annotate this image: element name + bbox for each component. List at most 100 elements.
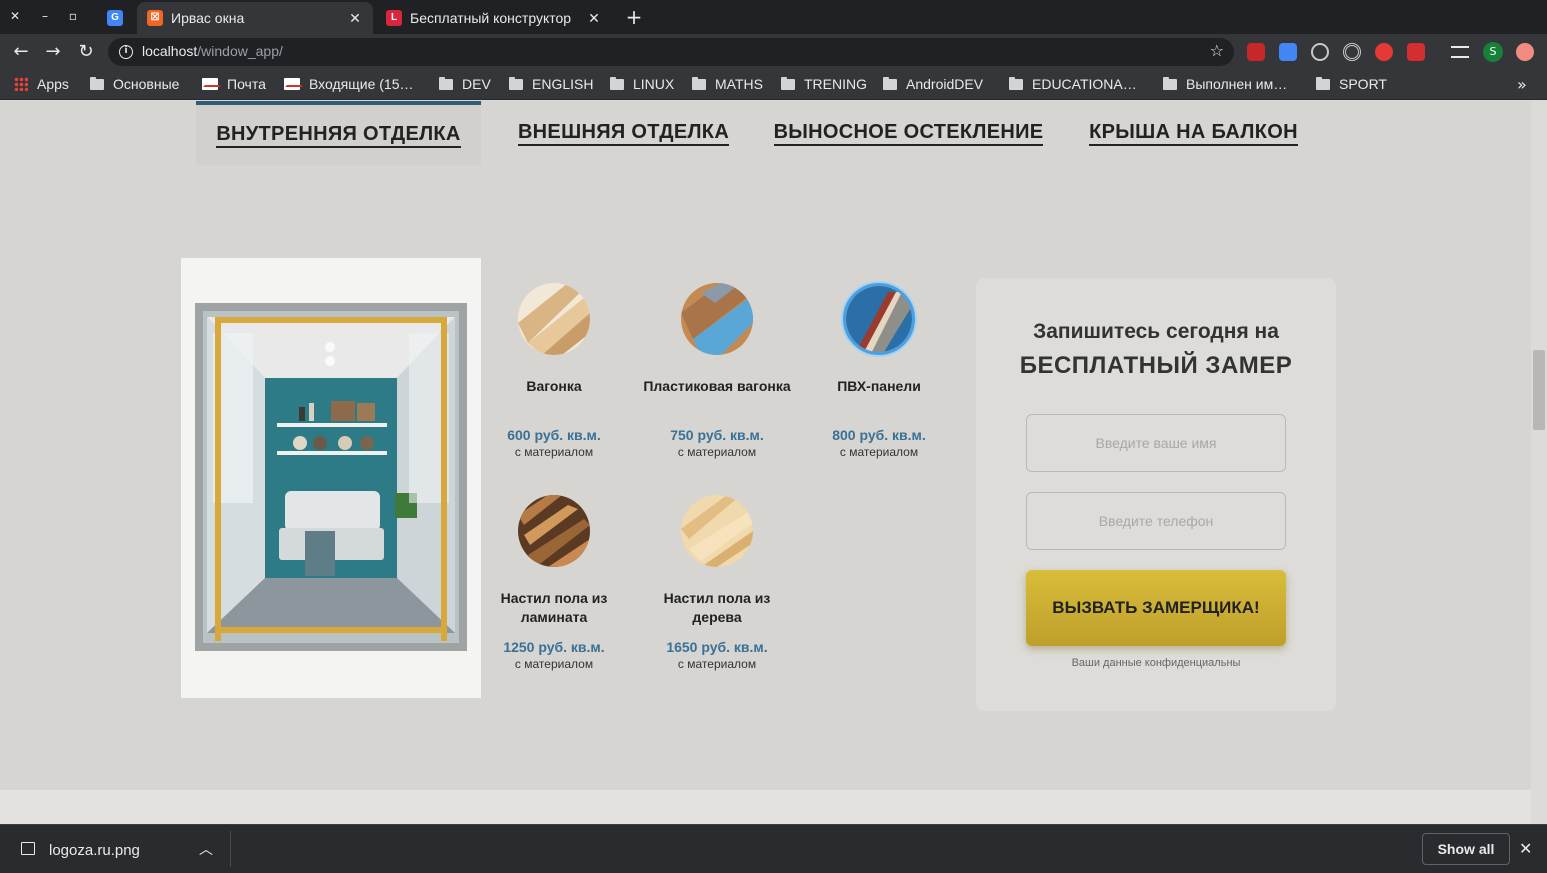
new-tab-icon[interactable]: + [622,5,646,29]
address-bar[interactable]: i localhost/window_app/ ☆ [108,38,1234,66]
back-icon[interactable]: ← [10,41,32,63]
show-all-button[interactable]: Show all [1422,833,1510,865]
category-tab-exterior[interactable]: ВНЕШНЯЯ ОТДЕЛКА [481,101,766,165]
folder-icon [692,76,706,90]
bookmark-apps[interactable]: Apps [14,76,69,92]
product-unit: с материалом [514,657,594,671]
site-info-icon[interactable]: i [119,45,133,59]
tab-close-icon[interactable]: ✕ [586,10,602,27]
bookmark-star-icon[interactable]: ☆ [1210,41,1224,60]
category-tab-glazing[interactable]: ВЫНОСНОЕ ОСТЕКЛЕНИЕ [766,101,1051,165]
bookmark-folder[interactable]: SPORT [1316,76,1387,92]
extension-spy-icon[interactable] [1247,43,1265,61]
product-thumbnail [681,495,753,567]
tab-translate[interactable]: G [100,2,130,34]
category-tab-label: ВНУТРЕННЯЯ ОТДЕЛКА [216,122,461,148]
media-queue-icon[interactable] [1451,46,1469,58]
bookmark-folder[interactable]: TRENING [781,76,867,92]
category-tabs: ВНУТРЕННЯЯ ОТДЕЛКА ВНЕШНЯЯ ОТДЕЛКА ВЫНОС… [196,101,1336,165]
extension-target-icon[interactable] [1343,43,1361,61]
reload-icon[interactable]: ↻ [75,41,97,63]
phone-input[interactable] [1026,492,1286,550]
form-headline: БЕСПЛАТНЫЙ ЗАМЕР [1019,352,1293,379]
bookmark-folder[interactable]: Основные [90,76,179,92]
bookmark-folder[interactable]: DEV [439,76,491,92]
category-tab-interior[interactable]: ВНУТРЕННЯЯ ОТДЕЛКА [196,101,481,165]
bookmark-inbox[interactable]: Входящие (15… [284,76,414,92]
product-thumbnail [681,283,753,355]
product-card[interactable]: Настил пола из ламината 1250 руб. кв.м. … [479,495,629,671]
profile-avatar[interactable]: S [1483,42,1503,62]
page-viewport: ВНУТРЕННЯЯ ОТДЕЛКА ВНЕШНЯЯ ОТДЕЛКА ВЫНОС… [0,101,1531,824]
bookmark-folder[interactable]: AndroidDEV [883,76,983,92]
balcony-photo-card [181,258,481,698]
url-text[interactable]: localhost/window_app/ [142,43,283,59]
product-card[interactable]: Вагонка 600 руб. кв.м. с материалом [479,283,629,459]
product-price: 800 руб. кв.м. [832,427,926,443]
browser-tabbar: ✕ – ▫ G ☒ Ирвас окна ✕ L Бесплатный конс… [0,0,1547,34]
category-tab-label: КРЫША НА БАЛКОН [1089,120,1298,146]
folder-icon [1316,76,1330,90]
folder-icon [883,76,897,90]
product-unit: с материалом [839,445,919,459]
balcony-interior-image [195,303,467,651]
bookmarks-bar: Apps Основные Почта Входящие (15… DEV EN… [0,70,1547,100]
page-scrollbar[interactable] [1531,101,1547,824]
close-icon[interactable]: ✕ [1519,839,1532,858]
window-close-icon[interactable]: ✕ [6,7,24,25]
extension-pink-icon[interactable] [1516,43,1534,61]
forward-icon[interactable]: → [42,41,64,63]
folder-icon [610,76,624,90]
file-icon [21,842,35,855]
bookmark-folder[interactable]: EDUCATIONA… [1009,76,1137,92]
product-price: 750 руб. кв.м. [670,427,764,443]
gmail-icon [202,78,221,90]
extension-media-icon[interactable] [1407,43,1425,61]
divider [230,831,231,867]
bookmark-folder[interactable]: Выполнен им… [1163,76,1287,92]
product-unit: с материалом [514,445,594,459]
product-thumbnail [518,283,590,355]
tab-irvas[interactable]: ☒ Ирвас окна ✕ [137,2,373,34]
tab-title: Бесплатный конструктор [410,10,572,26]
product-card[interactable]: ПВХ-панели 800 руб. кв.м. с материалом [804,283,954,459]
privacy-note: Ваши данные конфиденциальны [1071,657,1241,669]
product-price: 600 руб. кв.м. [507,427,601,443]
browser-toolbar: ← → ↻ i localhost/window_app/ ☆ S [0,34,1547,70]
product-name: Пластиковая вагонка [643,378,791,394]
extension-translate-icon[interactable] [1279,43,1297,61]
more-bookmarks-icon[interactable]: » [1517,75,1527,94]
folder-icon [1009,76,1023,90]
chevron-up-icon[interactable]: ︿ [199,839,213,859]
tab-constructor[interactable]: L Бесплатный конструктор ✕ [376,2,612,34]
category-tab-label: ВНЕШНЯЯ ОТДЕЛКА [517,120,730,146]
category-tab-roof[interactable]: КРЫША НА БАЛКОН [1051,101,1336,165]
product-name: ПВХ-панели [837,378,921,394]
folder-icon [781,76,795,90]
xampp-icon: ☒ [147,10,163,26]
name-input[interactable] [1026,414,1286,472]
window-minimize-icon[interactable]: – [36,7,54,25]
product-thumbnail [518,495,590,567]
measurement-form: Запишитесь сегодня на БЕСПЛАТНЫЙ ЗАМЕР В… [976,278,1336,711]
product-card[interactable]: Настил пола из дерева 1650 руб. кв.м. с … [642,495,792,671]
download-filename[interactable]: logoza.ru.png [49,842,140,859]
bookmark-folder[interactable]: MATHS [692,76,763,92]
product-card[interactable]: Пластиковая вагонка 750 руб. кв.м. с мат… [642,283,792,459]
tab-title: Ирвас окна [171,10,245,26]
scrollbar-thumb[interactable] [1533,350,1545,430]
product-thumbnail [843,283,915,355]
extension-adblock-icon[interactable] [1375,43,1393,61]
window-maximize-icon[interactable]: ▫ [64,7,82,25]
download-shelf: logoza.ru.png ︿ Show all ✕ [0,824,1547,873]
call-measurer-button[interactable]: ВЫЗВАТЬ ЗАМЕРЩИКА! [1026,570,1286,646]
bookmark-folder[interactable]: LINUX [610,76,674,92]
product-name: Настил пола из ламината [500,590,608,625]
tab-close-icon[interactable]: ✕ [347,10,363,27]
extension-react-icon[interactable] [1311,43,1329,61]
bookmark-mail[interactable]: Почта [202,76,266,92]
bookmark-folder[interactable]: ENGLISH [509,76,593,92]
apps-grid-icon [14,77,28,91]
folder-icon [439,76,453,90]
product-unit: с материалом [677,445,757,459]
